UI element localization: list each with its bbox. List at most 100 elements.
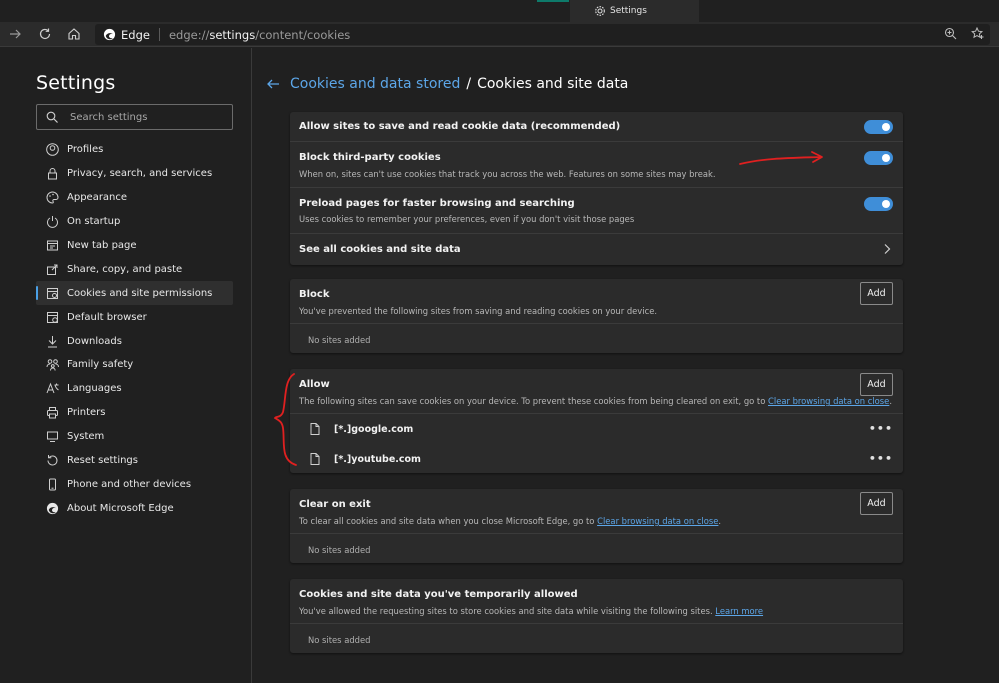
setting-allow-save: Allow sites to save and read cookie data… — [290, 112, 903, 142]
sidebar-item-label: Share, copy, and paste — [67, 263, 183, 275]
list-item: [*.]youtube.com — [310, 453, 421, 465]
url-path: /content/cookies — [255, 27, 351, 42]
share-icon — [45, 262, 59, 276]
sidebar-item-label: Privacy, search, and services — [67, 168, 213, 180]
chevron-right-icon — [884, 244, 891, 254]
sidebar-item-downloads[interactable]: Downloads — [36, 329, 233, 353]
clear-on-exit-empty-text: No sites added — [308, 545, 371, 555]
preload-toggle[interactable] — [864, 197, 893, 211]
phone-icon — [45, 477, 59, 491]
file-icon — [310, 453, 320, 465]
allow-card: Allow The following sites can save cooki… — [290, 369, 903, 473]
sidebar-item-family-safety[interactable]: Family safety — [36, 353, 233, 377]
sidebar-item-new-tab-page[interactable]: New tab page — [36, 234, 233, 258]
sidebar-item-share-copy-paste[interactable]: Share, copy, and paste — [36, 257, 233, 281]
refresh-icon[interactable] — [37, 26, 53, 42]
site-name: [*.]youtube.com — [334, 453, 421, 465]
family-icon — [45, 358, 59, 372]
sidebar-item-label: Phone and other devices — [67, 478, 192, 490]
block-add-button[interactable]: Add — [860, 282, 893, 305]
new-tab-icon — [45, 239, 59, 253]
breadcrumb-separator: / — [466, 76, 472, 92]
sidebar-item-on-startup[interactable]: On startup — [36, 210, 233, 234]
more-options-icon[interactable]: ••• — [869, 452, 893, 465]
reset-icon — [45, 454, 59, 468]
allow-desc-end: . — [889, 396, 892, 406]
sidebar-item-label: On startup — [67, 216, 121, 228]
sidebar-item-privacy[interactable]: Privacy, search, and services — [36, 162, 233, 186]
printer-icon — [45, 406, 59, 420]
zoom-icon[interactable] — [944, 27, 957, 40]
divider — [290, 533, 903, 534]
sidebar-item-profiles[interactable]: Profiles — [36, 138, 233, 162]
sidebar-item-label: Default browser — [67, 311, 147, 323]
url-host: settings — [209, 27, 256, 42]
sidebar-title: Settings — [36, 72, 116, 94]
address-divider — [158, 28, 160, 41]
temp-allowed-card: Cookies and site data you've temporarily… — [290, 579, 903, 653]
clear-on-exit-add-button[interactable]: Add — [860, 492, 893, 515]
home-icon[interactable] — [66, 26, 82, 42]
address-bar[interactable]: Edge edge://settings/content/cookies — [95, 24, 990, 45]
allow-add-button[interactable]: Add — [860, 373, 893, 396]
page-title: Cookies and site data — [477, 76, 629, 92]
list-item: [*.]google.com — [310, 423, 413, 435]
edge-logo-icon — [103, 28, 116, 41]
allow-save-toggle[interactable] — [864, 120, 893, 134]
power-icon — [45, 215, 59, 229]
search-input[interactable] — [70, 111, 220, 123]
system-icon — [45, 430, 59, 444]
allow-desc-text: The following sites can save cookies on … — [299, 396, 769, 406]
appearance-icon — [45, 191, 59, 205]
lock-icon — [45, 167, 59, 181]
browser-toolbar: Edge edge://settings/content/cookies — [0, 22, 999, 47]
clear-desc-text: To clear all cookies and site data when … — [299, 516, 598, 526]
setting-title: Block third-party cookies — [299, 152, 441, 163]
breadcrumb-parent-link[interactable]: Cookies and data stored — [290, 76, 460, 92]
sidebar-item-cookies-site-permissions[interactable]: Cookies and site permissions — [36, 281, 233, 306]
languages-icon — [45, 382, 59, 396]
sidebar-item-appearance[interactable]: Appearance — [36, 186, 233, 210]
back-arrow-icon[interactable] — [265, 76, 281, 92]
favorite-add-icon[interactable] — [971, 27, 984, 40]
gear-icon — [595, 6, 605, 16]
clear-browsing-data-link[interactable]: Clear browsing data on close — [768, 396, 889, 406]
sidebar-item-label: Family safety — [67, 359, 134, 371]
file-icon — [310, 423, 320, 435]
clear-on-exit-card: Clear on exit To clear all cookies and s… — [290, 489, 903, 563]
sidebar-item-label: New tab page — [67, 240, 137, 251]
clear-browsing-data-link[interactable]: Clear browsing data on close — [597, 516, 718, 526]
search-box[interactable] — [36, 104, 233, 130]
sidebar-item-label: Cookies and site permissions — [67, 287, 213, 299]
block-empty-text: No sites added — [308, 335, 371, 345]
sidebar-item-system[interactable]: System — [36, 425, 233, 449]
clear-desc-end: . — [718, 516, 722, 526]
sidebar-item-reset-settings[interactable]: Reset settings — [36, 449, 233, 473]
url-scheme: edge:// — [168, 27, 210, 42]
learn-more-link[interactable]: Learn more — [715, 606, 763, 616]
see-all-cookies-row[interactable]: See all cookies and site data — [290, 234, 903, 265]
cookies-icon — [45, 286, 59, 300]
tab-settings[interactable]: Settings — [570, 0, 699, 22]
clear-on-exit-title: Clear on exit — [299, 499, 371, 510]
tab-accent — [537, 0, 569, 2]
block-card: Block You've prevented the following sit… — [290, 279, 903, 353]
sidebar-item-default-browser[interactable]: Default browser — [36, 305, 233, 329]
forward-icon[interactable] — [7, 26, 23, 42]
divider — [290, 623, 903, 624]
setting-title: See all cookies and site data — [299, 244, 461, 255]
divider — [290, 323, 903, 324]
setting-title: Preload pages for faster browsing and se… — [299, 198, 575, 209]
more-options-icon[interactable]: ••• — [869, 422, 893, 435]
sidebar-item-about-edge[interactable]: About Microsoft Edge — [36, 496, 233, 520]
sidebar-item-label: Appearance — [67, 192, 128, 204]
default-browser-icon — [45, 310, 59, 324]
breadcrumb: Cookies and data stored / Cookies and si… — [265, 76, 628, 92]
sidebar-item-printers[interactable]: Printers — [36, 401, 233, 425]
sidebar-item-languages[interactable]: Languages — [36, 377, 233, 401]
temp-allowed-description: You've allowed the requesting sites to s… — [299, 606, 763, 616]
sidebar-item-phone-devices[interactable]: Phone and other devices — [36, 472, 233, 496]
settings-main: Cookies and data stored / Cookies and si… — [253, 48, 999, 683]
block-third-party-toggle[interactable] — [864, 151, 893, 165]
cookie-settings-card: Allow sites to save and read cookie data… — [290, 112, 903, 265]
